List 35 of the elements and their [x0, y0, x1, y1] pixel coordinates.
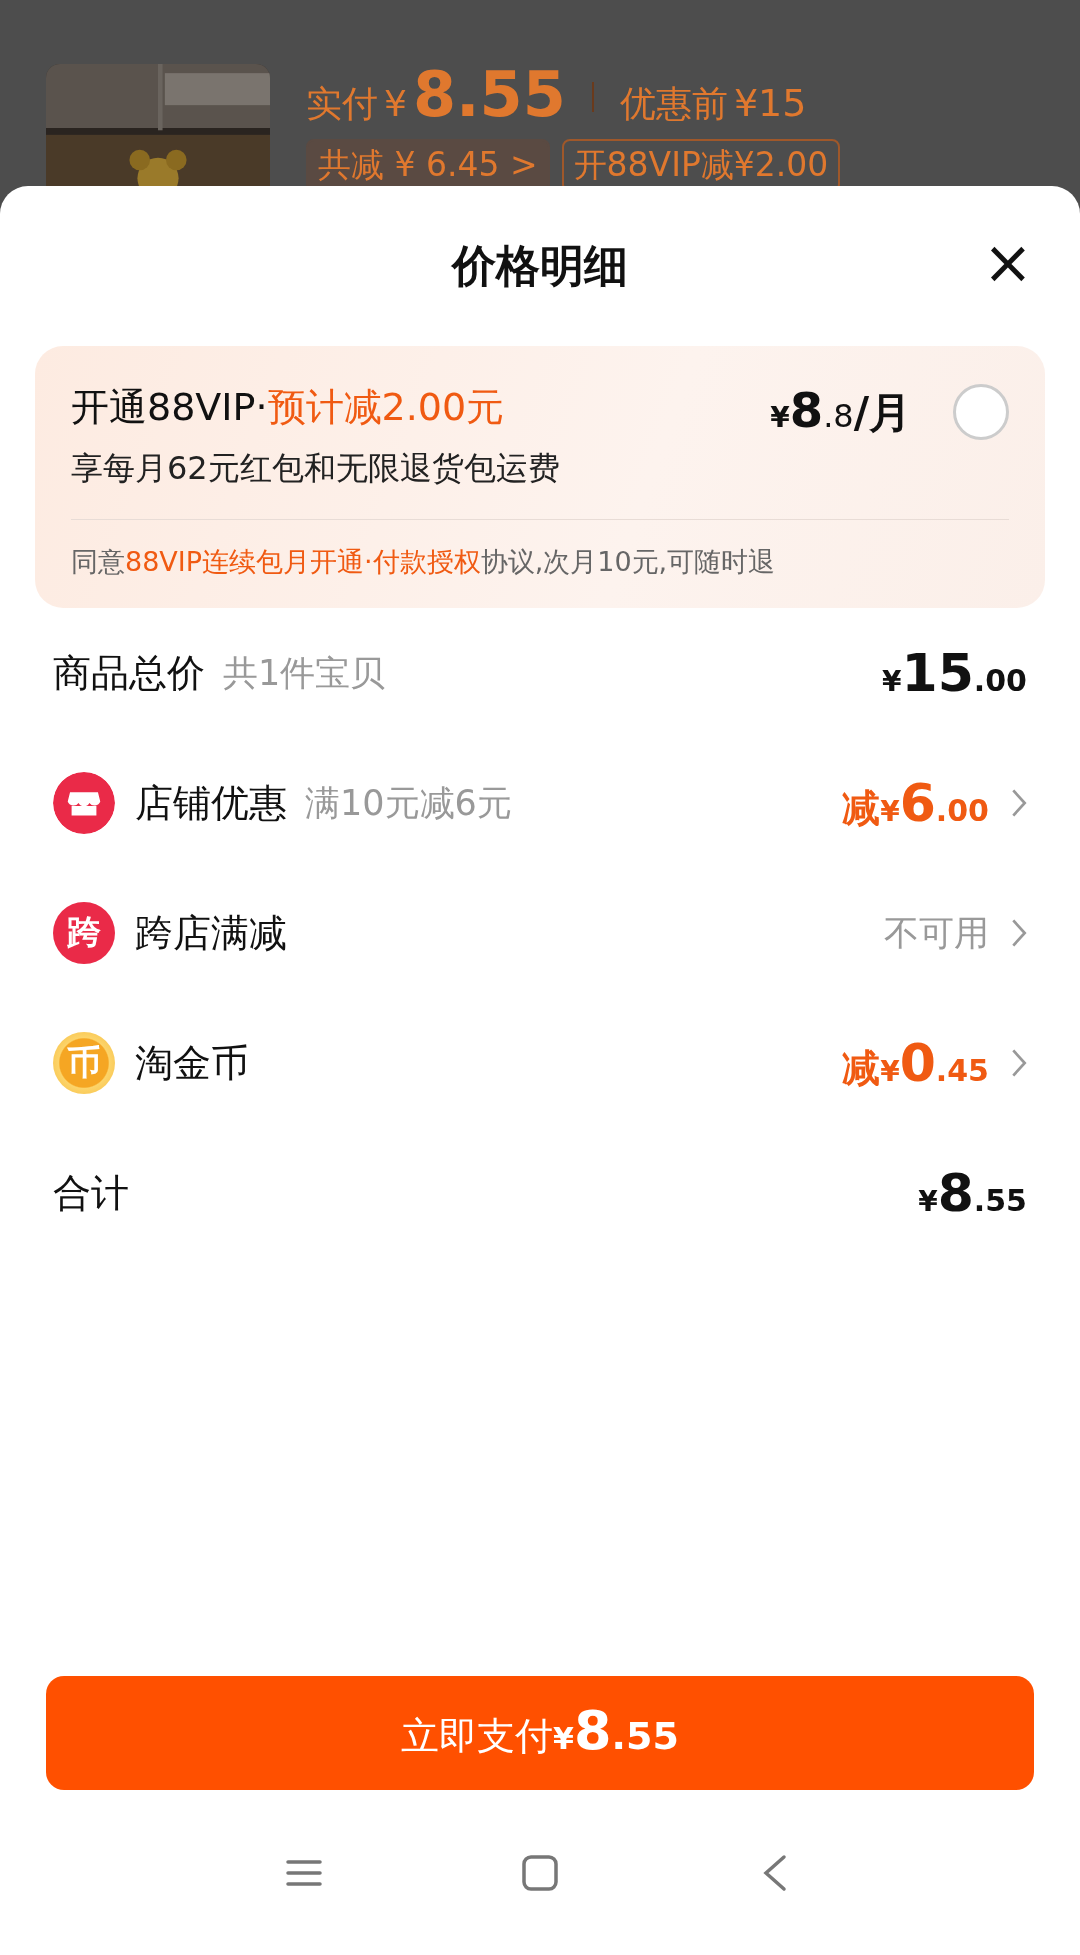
row-amount: 减¥6.00 — [842, 772, 989, 834]
discount-tag: 共减 ¥ 6.45 > — [306, 139, 550, 186]
row-amount: ¥15.00 — [882, 643, 1027, 703]
pay-button[interactable]: 立即支付¥8.55 — [46, 1676, 1034, 1790]
vip-price: ¥8.8/月 — [770, 382, 911, 440]
row-label: 商品总价 — [53, 649, 205, 697]
agreement-link[interactable]: 88VIP连续包月开通·付款授权 — [125, 546, 481, 577]
vip-radio[interactable] — [953, 384, 1009, 440]
row-label: 合计 — [53, 1169, 129, 1217]
cross-store-icon: 跨 — [53, 902, 115, 964]
original-price: ¥15 — [733, 81, 807, 125]
row-label: 店铺优惠 — [135, 779, 287, 827]
row-amount: 减¥0.45 — [842, 1032, 989, 1094]
close-button[interactable]: × — [978, 232, 1037, 292]
paid-label: 实付 — [306, 82, 378, 126]
vip-discount: 预计减2.00元 — [267, 384, 505, 431]
row-amount: ¥8.55 — [918, 1163, 1027, 1223]
chevron-right-icon[interactable] — [1011, 788, 1027, 818]
row-label: 跨店满减 — [135, 909, 287, 957]
row-label: 淘金币 — [135, 1039, 249, 1087]
store-icon — [53, 772, 115, 834]
sheet-title: 价格明细 — [452, 238, 628, 293]
paid-currency: ¥ — [384, 83, 407, 124]
coin-icon: 币 — [53, 1032, 115, 1094]
vip-benefit: 享每月62元红包和无限退货包运费 — [71, 448, 561, 489]
original-label: 优惠前 — [619, 82, 728, 126]
home-icon[interactable] — [520, 1852, 560, 1893]
chevron-right-icon[interactable] — [1011, 918, 1027, 948]
agreement-text: 同意88VIP连续包月开通·付款授权协议,次月10元,可随时退 — [71, 545, 777, 579]
row-status: 不可用 — [884, 911, 989, 955]
vip-title: 开通88VIP· — [71, 384, 268, 431]
row-note: 满10元减6元 — [305, 781, 512, 825]
row-note: 共1件宝贝 — [223, 651, 386, 695]
paid-amount: 8.55 — [412, 64, 566, 126]
chevron-right-icon[interactable] — [1011, 1048, 1027, 1078]
